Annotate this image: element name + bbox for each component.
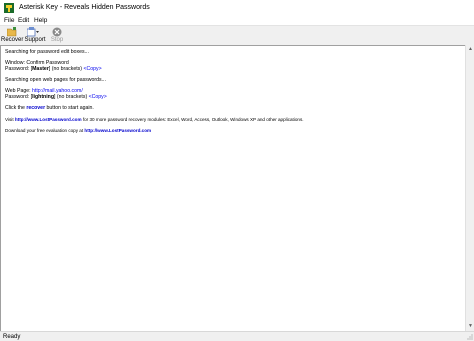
recover-label: Recover <box>1 37 24 43</box>
menu-bar: File Edit Help <box>0 16 474 25</box>
password-suffix: ] (no brackets) <box>54 93 89 100</box>
copy-link[interactable]: <Copy> <box>83 66 101 72</box>
password-suffix: ] (no brackets) <box>48 65 84 72</box>
visit-prefix: Visit <box>5 117 15 123</box>
menu-help[interactable]: Help <box>34 16 47 25</box>
toolbar: Recover Support Stop <box>0 25 474 45</box>
status-bar: Ready <box>0 331 474 341</box>
log-line: Download your free evaluation copy at ht… <box>5 128 304 134</box>
results-log: Searching for password edit boxes... Win… <box>5 49 304 134</box>
copy-link[interactable]: <Copy> <box>89 94 107 100</box>
password-prefix: Password: [ <box>5 65 33 72</box>
log-line: Visit http://www.LostPassword.com for 30… <box>5 117 304 123</box>
title-bar[interactable]: Asterisk Key - Reveals Hidden Passwords <box>0 0 474 16</box>
app-key-icon <box>4 3 14 13</box>
searching-web-text: Searching open web pages for passwords..… <box>5 76 106 83</box>
scroll-up-icon[interactable]: ▲ <box>467 46 474 53</box>
visit-suffix: for 30 more password recovery modules: E… <box>81 117 304 123</box>
stop-icon <box>52 27 62 37</box>
password-value: lightning <box>32 93 55 100</box>
menu-file[interactable]: File <box>4 16 14 25</box>
download-prefix: Download your free evaluation copy at <box>5 128 85 134</box>
click-prefix: Click the <box>5 104 27 111</box>
recover-button[interactable]: Recover <box>1 26 23 45</box>
resize-grip-icon[interactable] <box>467 334 473 340</box>
searching-edit-text: Searching for password edit boxes... <box>5 49 89 55</box>
menu-edit[interactable]: Edit <box>18 16 29 25</box>
results-pane: Searching for password edit boxes... Win… <box>0 45 465 331</box>
support-icon <box>27 27 39 37</box>
support-label: Support <box>24 37 46 43</box>
lostpassword-link[interactable]: http://www.LostPassword.com <box>15 117 82 122</box>
support-button[interactable]: Support <box>23 26 47 45</box>
stop-button[interactable]: Stop <box>49 26 65 45</box>
window-title: Asterisk Key - Reveals Hidden Passwords <box>19 4 150 11</box>
vertical-scrollbar[interactable]: ▲ ▼ <box>465 45 474 331</box>
status-text: Ready <box>3 334 21 340</box>
stop-label: Stop <box>50 37 64 43</box>
password-prefix: Password: [ <box>5 93 33 100</box>
password-value: Master <box>32 65 49 72</box>
scroll-down-icon[interactable]: ▼ <box>467 323 474 330</box>
recover-link[interactable]: recover <box>26 105 45 111</box>
folder-icon <box>7 27 17 37</box>
click-suffix: button to start again. <box>45 104 94 111</box>
download-link[interactable]: http://www.LostPassword.com <box>84 128 151 133</box>
